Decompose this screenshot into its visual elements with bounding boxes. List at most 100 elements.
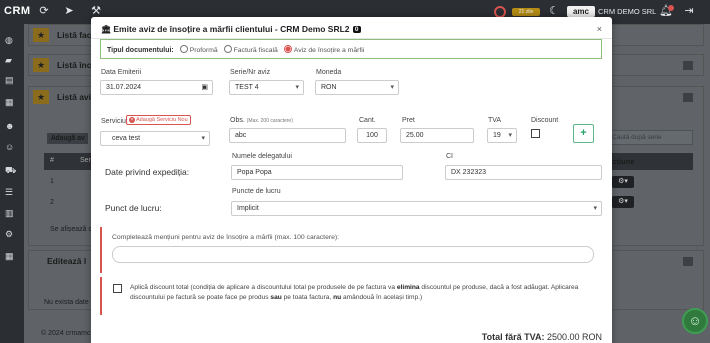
table-header: # Seri bbox=[44, 153, 96, 170]
discount-text-bold: elimina bbox=[396, 284, 420, 291]
discount-text-bold: nu bbox=[333, 294, 342, 301]
modal-header: 🏛︎ Emite aviz de însoțire a mărfii clien… bbox=[91, 17, 612, 39]
date-field[interactable]: 31.07.2024 ▣ bbox=[100, 80, 213, 95]
star-icon: ★ bbox=[33, 28, 49, 42]
discount-text-part: amândouă în același timp.) bbox=[341, 294, 423, 301]
price-value: 25.00 bbox=[406, 132, 424, 139]
add-notice-button[interactable]: Adaugă av bbox=[47, 133, 89, 144]
collapse-button[interactable] bbox=[683, 61, 693, 70]
radio-invoice[interactable] bbox=[223, 45, 232, 53]
series-select[interactable]: TEST 4 bbox=[229, 80, 304, 95]
users-icon[interactable]: ☻ bbox=[5, 120, 19, 132]
delegate-label: Numele delegatului bbox=[232, 153, 292, 160]
add-line-button[interactable]: + bbox=[573, 124, 594, 143]
left-sidebar: ◍ ▰ ▤ ▦ ☻ ☺ ⛟ ☰ ▥ ⚙ ▦ bbox=[0, 24, 24, 343]
currency-value: RON bbox=[321, 84, 337, 91]
modal-title-text: Emite aviz de însoțire a mărfii clientul… bbox=[113, 24, 350, 34]
obs-note: (Max. 200 caractere) bbox=[246, 118, 293, 124]
date-label: Data Emiterii bbox=[101, 69, 142, 76]
user-group-icon[interactable]: ☺ bbox=[5, 141, 19, 153]
radio-label: Proformă bbox=[189, 47, 218, 54]
discount-text-part: Aplică discount total (condiția de aplic… bbox=[130, 284, 397, 291]
total-discount-section: Aplică discount total (condiția de aplic… bbox=[100, 277, 602, 315]
obs-value: abc bbox=[235, 132, 247, 139]
currency-select[interactable]: RON bbox=[315, 80, 399, 95]
delegate-input[interactable]: Popa Popa bbox=[231, 165, 403, 180]
company-logo: amc bbox=[567, 6, 595, 17]
radio-proforma[interactable] bbox=[179, 45, 188, 53]
panel-title: Listă fac bbox=[57, 30, 92, 40]
series-value: TEST 4 bbox=[235, 84, 259, 91]
tools-icon[interactable]: ⚒ bbox=[90, 5, 102, 17]
panel-title: Listă aviz bbox=[57, 92, 96, 102]
price-input[interactable]: 25.00 bbox=[400, 128, 474, 143]
total-label: Total fără TVA: bbox=[481, 332, 545, 342]
table-icon[interactable]: ▦ bbox=[5, 250, 19, 262]
qty-input[interactable]: 100 bbox=[357, 128, 387, 143]
workpoint-label: Puncte de lucru bbox=[232, 188, 281, 195]
qty-label: Cant. bbox=[359, 117, 376, 124]
briefcase-icon[interactable]: ▰ bbox=[5, 54, 19, 66]
add-service-button[interactable]: × Adaugă Serviciu Nou bbox=[126, 115, 191, 125]
refresh-icon[interactable]: ⟳ bbox=[38, 5, 50, 17]
obs-input[interactable]: abc bbox=[229, 128, 346, 143]
ci-input[interactable]: DX 232323 bbox=[445, 165, 602, 180]
calendar-icon[interactable]: ▦ bbox=[5, 96, 19, 108]
panel-title: Editează l bbox=[47, 256, 87, 266]
doc-type-label: Tipul documentului: bbox=[107, 47, 174, 54]
logout-icon[interactable]: ⇥ bbox=[683, 5, 695, 17]
pagination-info: Se afișează d bbox=[50, 226, 93, 233]
row-index: 1 bbox=[50, 178, 54, 185]
footer-text: © 2024 crmamc bbox=[41, 330, 91, 337]
settings-icon[interactable]: ⚙ bbox=[5, 228, 19, 240]
subscription-badge[interactable]: 21 zile bbox=[512, 8, 540, 16]
shipping-section-label: Date privind expediția: bbox=[105, 167, 190, 177]
vat-label: TVA bbox=[488, 117, 502, 124]
delegate-value: Popa Popa bbox=[237, 169, 272, 176]
service-select[interactable]: ceva test bbox=[100, 131, 210, 146]
close-icon: × bbox=[129, 117, 135, 123]
discount-checkbox[interactable] bbox=[531, 129, 540, 138]
row-actions-button[interactable]: ⚙▾ bbox=[612, 176, 634, 188]
box-icon[interactable]: ▤ bbox=[5, 74, 19, 86]
collapse-button[interactable] bbox=[683, 257, 693, 266]
app-logo[interactable]: CRM bbox=[4, 5, 31, 17]
add-service-label: Adaugă Serviciu Nou bbox=[136, 117, 188, 123]
notes-input[interactable] bbox=[112, 246, 594, 263]
close-icon[interactable]: × bbox=[597, 24, 602, 34]
chart-icon[interactable]: ▥ bbox=[5, 207, 19, 219]
qty-value: 100 bbox=[366, 132, 378, 139]
dashboard-icon[interactable]: ◍ bbox=[5, 34, 19, 46]
document-type-selector: Tipul documentului: Proformă Factură fis… bbox=[100, 39, 602, 59]
ci-label: CI bbox=[446, 153, 453, 160]
row-actions-button[interactable]: ⚙▾ bbox=[612, 196, 634, 208]
send-icon[interactable]: ➤ bbox=[63, 5, 75, 17]
total-discount-text: Aplică discount total (condiția de aplic… bbox=[130, 283, 596, 303]
vat-value: 19 bbox=[493, 132, 501, 139]
row-index: 2 bbox=[50, 199, 54, 206]
company-name[interactable]: CRM DEMO SRL bbox=[598, 7, 656, 16]
moon-icon[interactable]: ☾ bbox=[548, 5, 560, 17]
radio-delivery-notice[interactable] bbox=[283, 45, 292, 53]
calendar-icon[interactable]: ▣ bbox=[201, 83, 208, 91]
cart-icon[interactable]: ⛟ bbox=[5, 164, 19, 176]
issue-notice-modal: 🏛︎ Emite aviz de însoțire a mărfii clien… bbox=[91, 17, 612, 343]
ci-value: DX 232323 bbox=[451, 169, 487, 176]
search-input[interactable]: Caută după serie bbox=[603, 130, 693, 145]
bank-icon: 🏛︎ bbox=[101, 25, 112, 34]
total-discount-checkbox[interactable] bbox=[113, 284, 122, 293]
workpoint-select[interactable]: Implicit bbox=[231, 201, 602, 216]
discount-text-bold: sau bbox=[270, 294, 282, 301]
collapse-button[interactable] bbox=[683, 93, 693, 102]
no-data-text: Nu exista date bbox=[44, 299, 89, 306]
vat-select[interactable]: 19 bbox=[487, 128, 517, 143]
date-value: 31.07.2024 bbox=[106, 84, 142, 91]
series-label: Serie/Nr aviz bbox=[230, 69, 271, 76]
discount-text-part: pe toata factura, bbox=[281, 294, 334, 301]
support-agent-icon[interactable]: ☺ bbox=[682, 308, 708, 334]
list-icon[interactable]: ☰ bbox=[5, 186, 19, 198]
currency-label: Moneda bbox=[316, 69, 342, 76]
discount-label: Discount bbox=[531, 117, 559, 124]
workpoint-section-label: Punct de lucru: bbox=[105, 203, 162, 213]
service-label: Serviciu: bbox=[101, 118, 128, 125]
